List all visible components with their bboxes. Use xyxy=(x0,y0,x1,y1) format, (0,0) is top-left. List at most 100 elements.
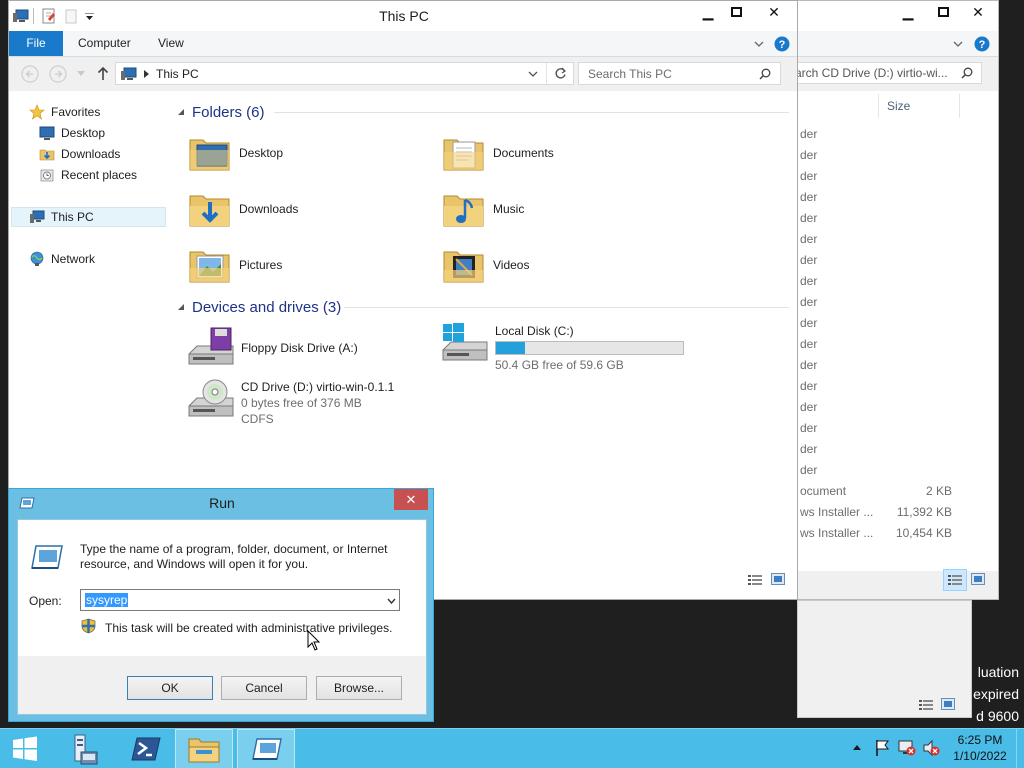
drive-cd[interactable]: CD Drive (D:) virtio-win-0.1.1 0 bytes f… xyxy=(185,378,394,427)
nav-item-desktop[interactable]: Desktop xyxy=(39,123,105,143)
ribbon-expand-icon[interactable] xyxy=(754,41,764,47)
background-explorer-window[interactable]: ▁ ✕ ? arch CD Drive (D:) virtio-wi... Si… xyxy=(797,0,999,600)
drives-group-header[interactable]: Devices and drives (3) xyxy=(177,296,341,318)
bg-row-type[interactable]: der xyxy=(800,337,817,351)
watermark-line-1: luation xyxy=(977,664,1019,680)
taskbar-server-manager[interactable] xyxy=(54,729,110,768)
open-combobox[interactable]: sysyrep xyxy=(80,589,400,611)
cancel-button[interactable]: Cancel xyxy=(221,676,307,700)
folder-documents[interactable]: Documents xyxy=(441,127,681,179)
taskbar-file-explorer[interactable] xyxy=(175,729,233,768)
bg-row-type[interactable]: der xyxy=(800,442,817,456)
browse-button[interactable]: Browse... xyxy=(316,676,402,700)
show-hidden-icons-icon[interactable] xyxy=(852,743,862,751)
up-icon[interactable] xyxy=(97,66,109,81)
details-view-icon[interactable] xyxy=(919,699,933,711)
taskbar-run[interactable] xyxy=(237,729,295,768)
close-button[interactable]: ✕ xyxy=(751,1,797,23)
tab-computer[interactable]: Computer xyxy=(78,31,131,55)
bg-close-button[interactable]: ✕ xyxy=(956,1,998,23)
bg-row-type[interactable]: der xyxy=(800,400,817,414)
nav-favorites[interactable]: Favorites xyxy=(29,102,100,122)
bg-row-type[interactable]: ws Installer ... xyxy=(800,526,873,540)
background-window-bottom[interactable] xyxy=(797,600,972,718)
run-dialog[interactable]: Run ✕ Type the name of a program, folder… xyxy=(8,488,434,722)
maximize-button[interactable] xyxy=(721,1,751,23)
bg-row-type[interactable]: der xyxy=(800,316,817,330)
nav-item-recent-places[interactable]: Recent places xyxy=(39,165,137,185)
folders-group-header[interactable]: Folders (6) xyxy=(177,101,265,123)
this-pc-icon xyxy=(30,210,45,223)
forward-icon[interactable] xyxy=(49,65,67,83)
bg-row-type[interactable]: der xyxy=(800,232,817,246)
recent-locations-icon[interactable] xyxy=(77,71,85,77)
bg-row-type[interactable]: der xyxy=(800,253,817,267)
bg-row-type[interactable]: der xyxy=(800,148,817,162)
bg-row-type[interactable]: der xyxy=(800,190,817,204)
taskbar-powershell[interactable] xyxy=(118,729,174,768)
address-computer-icon xyxy=(121,67,137,80)
bg-details-view-icon[interactable] xyxy=(948,574,962,586)
collapse-folders-icon[interactable] xyxy=(177,108,185,116)
ok-button[interactable]: OK xyxy=(127,676,213,700)
collapse-drives-icon[interactable] xyxy=(177,303,185,311)
nav-item-downloads[interactable]: Downloads xyxy=(39,144,120,164)
nav-this-pc[interactable]: This PC xyxy=(29,207,94,227)
nav-network[interactable]: Network xyxy=(29,249,95,269)
bg-row-type[interactable]: der xyxy=(800,127,817,141)
run-dialog-body: Type the name of a program, folder, docu… xyxy=(17,519,427,715)
bg-row-type[interactable]: der xyxy=(800,274,817,288)
folder-music[interactable]: Music xyxy=(441,183,681,235)
start-button[interactable] xyxy=(0,729,50,768)
bg-row-type[interactable]: ocument xyxy=(800,484,846,498)
help-icon[interactable]: ? xyxy=(774,36,790,52)
refresh-icon[interactable] xyxy=(554,67,567,80)
run-close-button[interactable]: ✕ xyxy=(394,489,428,510)
folder-downloads[interactable]: Downloads xyxy=(187,183,427,235)
tab-file[interactable]: File xyxy=(9,31,63,56)
bg-row-type[interactable]: der xyxy=(800,211,817,225)
drive-local-disk[interactable]: Local Disk (C:) 50.4 GB free of 59.6 GB xyxy=(439,322,684,373)
bg-row-type[interactable]: der xyxy=(800,463,817,477)
tab-view[interactable]: View xyxy=(158,31,184,55)
clock[interactable]: 6:25 PM 1/10/2022 xyxy=(945,732,1015,764)
star-icon xyxy=(29,104,45,120)
search-icon[interactable] xyxy=(759,68,771,80)
bg-size-column-header[interactable]: Size xyxy=(878,94,960,118)
bg-ribbon-expand-icon[interactable] xyxy=(953,41,963,47)
window-title: This PC xyxy=(379,8,429,24)
bg-search-box[interactable]: arch CD Drive (D:) virtio-wi... xyxy=(798,62,982,84)
volume-muted-icon[interactable] xyxy=(922,739,940,757)
bg-help-icon[interactable]: ? xyxy=(974,36,990,52)
network-status-icon[interactable] xyxy=(898,739,916,757)
details-view-toggle-icon[interactable] xyxy=(748,574,762,586)
show-desktop-button[interactable] xyxy=(1016,729,1024,768)
bg-row-type[interactable]: der xyxy=(800,379,817,393)
floppy-drive-label: Floppy Disk Drive (A:) xyxy=(241,341,358,355)
bg-row-type[interactable]: der xyxy=(800,295,817,309)
folder-desktop[interactable]: Desktop xyxy=(187,127,427,179)
folder-videos[interactable]: Videos xyxy=(441,239,681,291)
bg-maximize-button[interactable] xyxy=(926,1,960,23)
open-input-value[interactable]: sysyrep xyxy=(85,593,129,607)
large-icons-toggle-icon[interactable] xyxy=(771,573,785,586)
bg-row-type[interactable]: der xyxy=(800,169,817,183)
bg-minimize-button[interactable]: ▁ xyxy=(890,1,926,23)
action-center-flag-icon[interactable] xyxy=(874,739,890,757)
address-dropdown-icon[interactable] xyxy=(528,71,538,77)
folder-pictures[interactable]: Pictures xyxy=(187,239,427,291)
large-icons-view-icon[interactable] xyxy=(941,698,955,711)
back-icon[interactable] xyxy=(21,65,39,83)
svg-text:?: ? xyxy=(979,39,986,51)
bg-row-type[interactable]: der xyxy=(800,421,817,435)
bg-large-icons-view-icon[interactable] xyxy=(971,573,985,586)
drive-floppy[interactable]: Floppy Disk Drive (A:) xyxy=(185,326,358,370)
bg-row-type[interactable]: der xyxy=(800,358,817,372)
watermark-line-3: d 9600 xyxy=(976,708,1019,724)
minimize-button[interactable]: ▁ xyxy=(693,1,723,23)
address-bar[interactable]: This PC xyxy=(115,62,574,85)
search-box[interactable]: Search This PC xyxy=(578,62,781,85)
breadcrumb-arrow-icon[interactable] xyxy=(144,70,149,78)
open-dropdown-icon[interactable] xyxy=(387,598,396,604)
bg-row-type[interactable]: ws Installer ... xyxy=(800,505,873,519)
